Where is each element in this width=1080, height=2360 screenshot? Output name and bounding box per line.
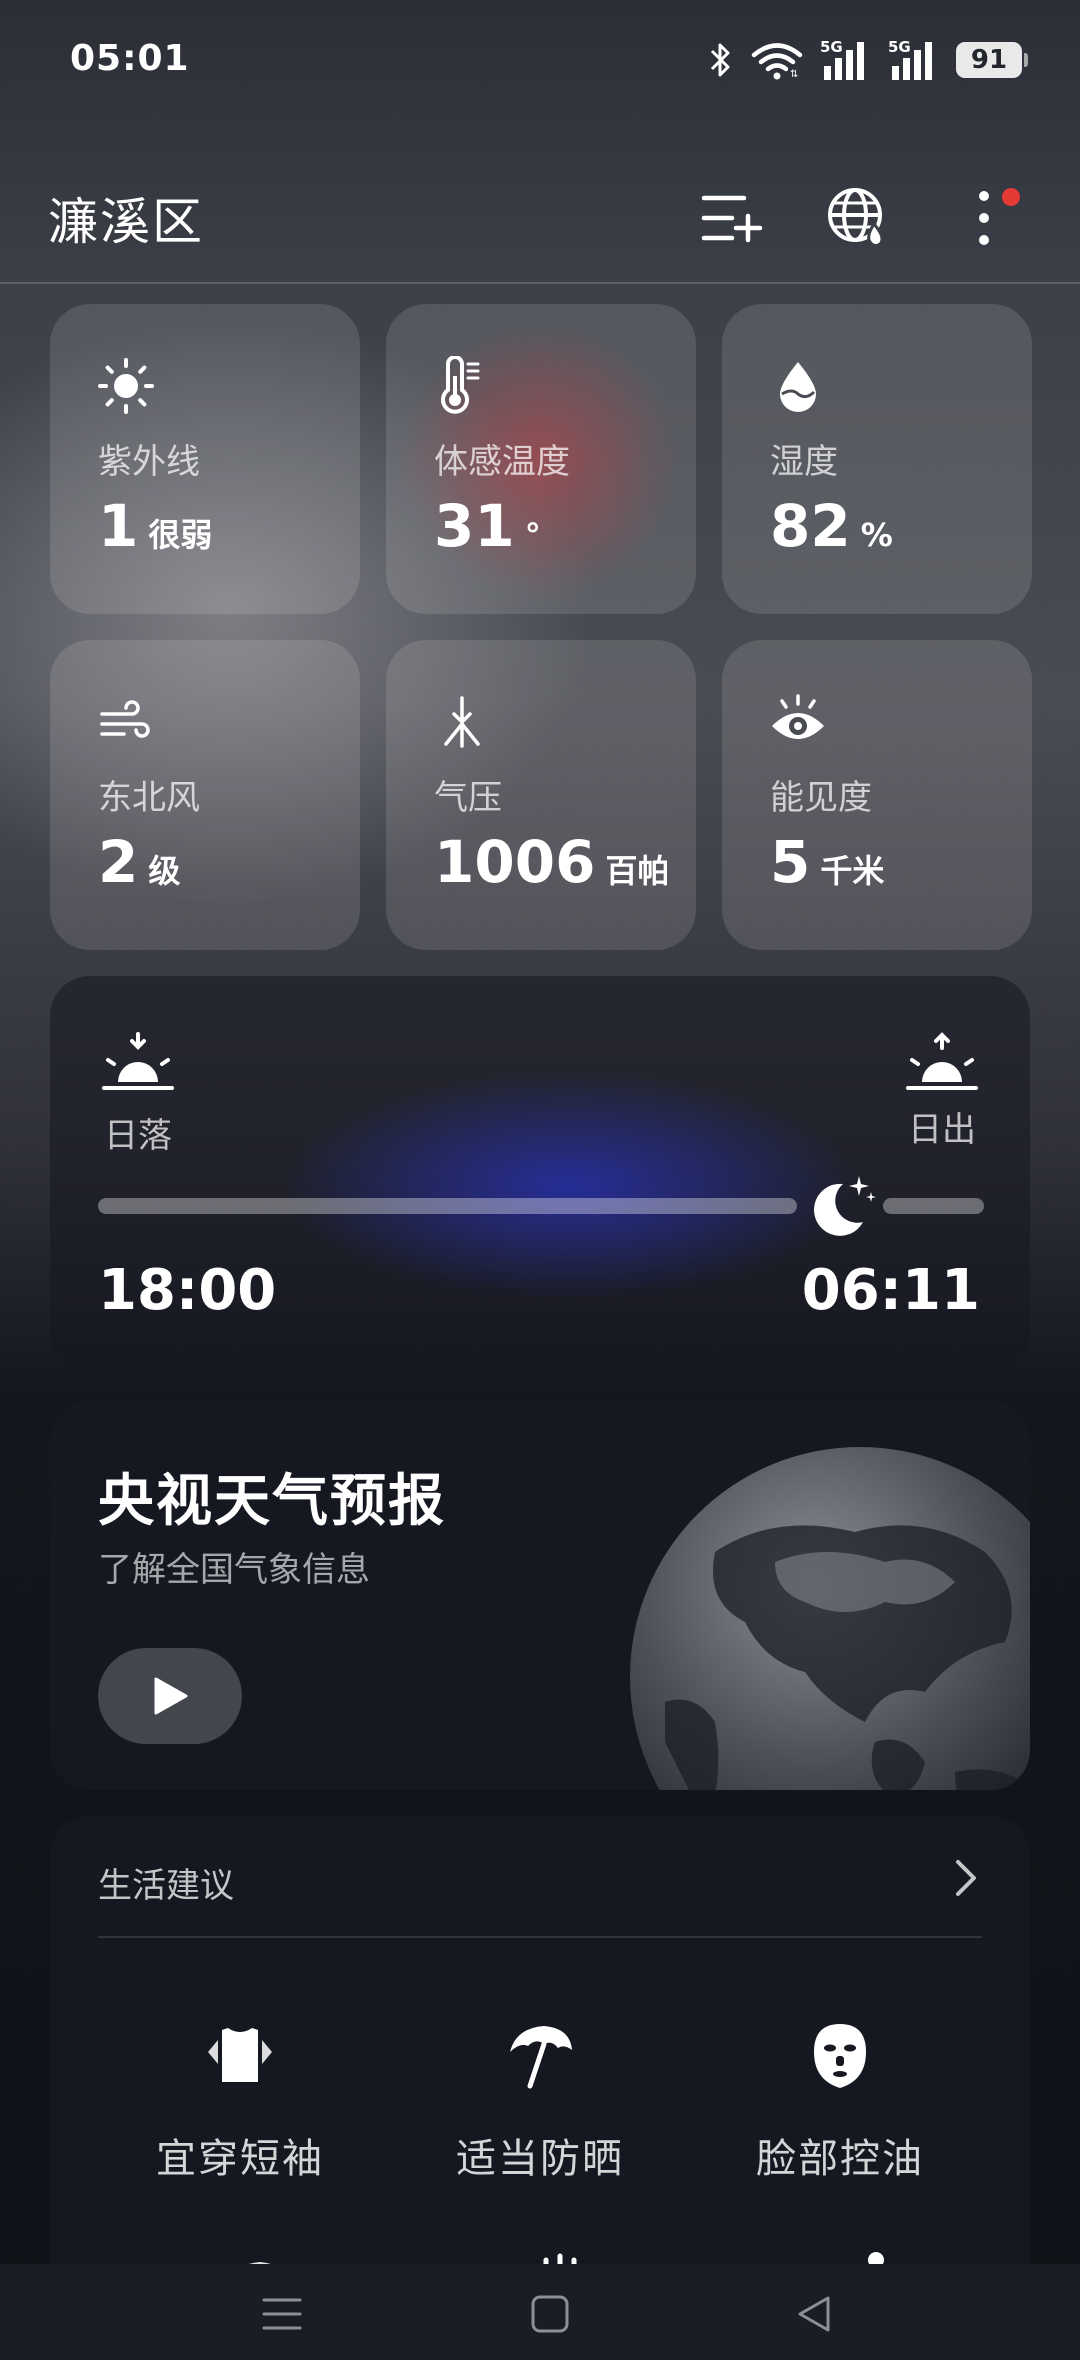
home-button[interactable] [490,2274,610,2354]
chevron-right-icon[interactable] [946,1856,986,1900]
sunrise-icon [906,1032,978,1090]
back-button[interactable] [754,2274,874,2354]
tile-value: 1006 [434,828,596,896]
tile-visibility[interactable]: 能见度 5 千米 [722,640,1032,950]
globe-illustration [630,1447,1030,1790]
sun-icon [98,358,154,414]
menu-icon [262,2298,302,2330]
header: 濂溪区 [0,160,1080,284]
notification-dot [1002,188,1020,206]
life-item-label: 适当防晒 [456,2136,624,2182]
tile-unit: 很弱 [148,516,213,554]
wind-icon [100,700,150,738]
life-item-label: 宜穿短袖 [156,2136,324,2182]
status-bar: 05:01 ⇅ 5G 5G 91 [0,0,1080,120]
sunset-label: 日落 [104,1116,172,1156]
life-item-label: 脸部控油 [756,2136,924,2182]
divider [98,1936,982,1938]
status-time: 05:01 [70,38,190,79]
tile-wind[interactable]: 东北风 2级 [50,640,360,950]
face-mask-icon [814,2024,866,2088]
night-progress-bar [98,1198,797,1214]
sunrise-time: 06:11 [801,1258,980,1323]
recent-apps-button[interactable] [222,2274,342,2354]
tile-label: 能见度 [770,778,872,818]
droplet-icon [780,362,816,412]
sunset-time: 18:00 [98,1258,277,1323]
signal-5g-icon-2: 5G [888,38,932,80]
more-vertical-icon [979,191,989,245]
tile-unit: 百帕 [605,852,670,890]
pressure-icon [444,696,480,748]
tile-unit: 级 [148,852,181,890]
tile-value: 1 [98,492,139,560]
tile-pressure[interactable]: 气压 1006 百帕 [386,640,696,950]
tile-label: 东北风 [98,778,200,818]
globe-droplet-icon [828,188,884,248]
bluetooth-icon [710,43,730,77]
svg-text:5G: 5G [820,38,843,56]
tile-uv-index[interactable]: 紫外线 1 很弱 [50,304,360,614]
umbrella-icon [510,2026,572,2089]
back-triangle-icon [798,2296,830,2332]
tile-label: 紫外线 [98,442,200,482]
night-remaining-bar [882,1198,984,1214]
tile-humidity[interactable]: 湿度 82% [722,304,1032,614]
thermometer-icon [441,356,480,414]
city-list-button[interactable] [692,178,772,258]
sunrise-sunset-card[interactable]: 日落 日出 18:00 06:11 [50,976,1030,1372]
signal-5g-icon: 5G [820,38,864,80]
sunset-icon [102,1032,174,1090]
forecast-subtitle: 了解全国气象信息 [98,1550,370,1590]
tile-unit: 千米 [820,852,885,890]
life-item-face-care[interactable]: 脸部控油 [690,2016,990,2184]
square-icon [531,2295,569,2333]
svg-text:5G: 5G [888,38,911,56]
moon-icon [813,1176,876,1236]
life-item-sunscreen[interactable]: 适当防晒 [390,2016,690,2184]
wifi-icon: ⇅ [751,43,803,80]
tile-value: 31 [434,492,515,560]
navigation-bar [0,2264,1080,2360]
tile-label: 气压 [434,778,502,818]
life-advice-title[interactable]: 生活建议 [98,1858,234,1907]
life-item-clothing[interactable]: 宜穿短袖 [90,2016,390,2184]
tile-label: 湿度 [770,442,838,482]
tile-unit: % [860,516,893,554]
play-icon [154,1677,188,1715]
tile-feels-like[interactable]: 体感温度 31 ° [386,304,696,614]
svg-text:⇅: ⇅ [790,69,798,80]
play-button[interactable] [98,1648,242,1744]
sunrise-label: 日出 [908,1110,976,1150]
location-title[interactable]: 濂溪区 [48,182,204,254]
tile-value: 2 [98,828,139,896]
battery-indicator: 91 [956,42,1028,78]
tile-unit: ° [524,516,541,554]
forecast-title: 央视天气预报 [98,1469,446,1534]
eye-icon [772,694,824,739]
cctv-forecast-card[interactable]: 央视天气预报 了解全国气象信息 [50,1400,1030,1790]
tile-label: 体感温度 [434,442,570,482]
tile-value: 82 [770,492,851,560]
more-menu-button[interactable] [944,178,1024,258]
tile-value: 5 [770,828,811,896]
list-add-icon [701,195,763,243]
tshirt-icon [208,2028,272,2082]
global-weather-button[interactable] [818,178,898,258]
status-icons: ⇅ 5G 5G 91 [708,36,1028,84]
